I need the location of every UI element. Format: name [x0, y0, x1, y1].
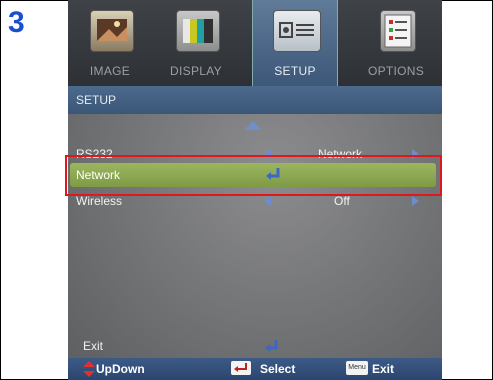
- red-highlight-box: [65, 155, 442, 196]
- options-icon: [380, 10, 416, 52]
- section-title: SETUP: [76, 93, 117, 107]
- display-icon: [176, 10, 220, 52]
- tab-setup-label: SETUP: [274, 64, 316, 78]
- right-arrow-icon[interactable]: [412, 196, 419, 206]
- menu-item-value: Off: [334, 194, 350, 208]
- tab-bar: IMAGE DISPLAY SETUP OPTIONS: [68, 0, 442, 86]
- menu-key-icon: Menu: [346, 361, 368, 375]
- scroll-up-arrow-icon[interactable]: [244, 121, 262, 130]
- exit-hint: Exit: [372, 362, 395, 376]
- menu-exit[interactable]: Exit: [68, 336, 442, 356]
- left-arrow-icon[interactable]: [264, 196, 271, 206]
- enter-icon: [265, 340, 278, 352]
- select-hint: Select: [260, 362, 296, 376]
- step-number: 3: [8, 6, 25, 39]
- updown-icon: [83, 361, 95, 377]
- tab-display[interactable]: DISPLAY: [154, 0, 238, 86]
- image-icon: [90, 10, 134, 52]
- tab-options-label: OPTIONS: [367, 64, 425, 78]
- select-key-icon: [231, 361, 251, 375]
- tab-image[interactable]: IMAGE: [68, 0, 152, 86]
- tab-image-label: IMAGE: [89, 64, 131, 78]
- tab-setup[interactable]: SETUP: [252, 0, 338, 86]
- tab-display-label: DISPLAY: [170, 64, 222, 78]
- section-header: SETUP: [68, 86, 442, 114]
- menu-item-label: Wireless: [76, 194, 123, 208]
- setup-icon: [273, 10, 321, 52]
- updown-hint: UpDown: [96, 362, 145, 376]
- exit-label: Exit: [83, 339, 104, 353]
- key-hint-bar: UpDown Select Menu Exit: [68, 358, 442, 380]
- tab-options[interactable]: OPTIONS: [354, 0, 438, 86]
